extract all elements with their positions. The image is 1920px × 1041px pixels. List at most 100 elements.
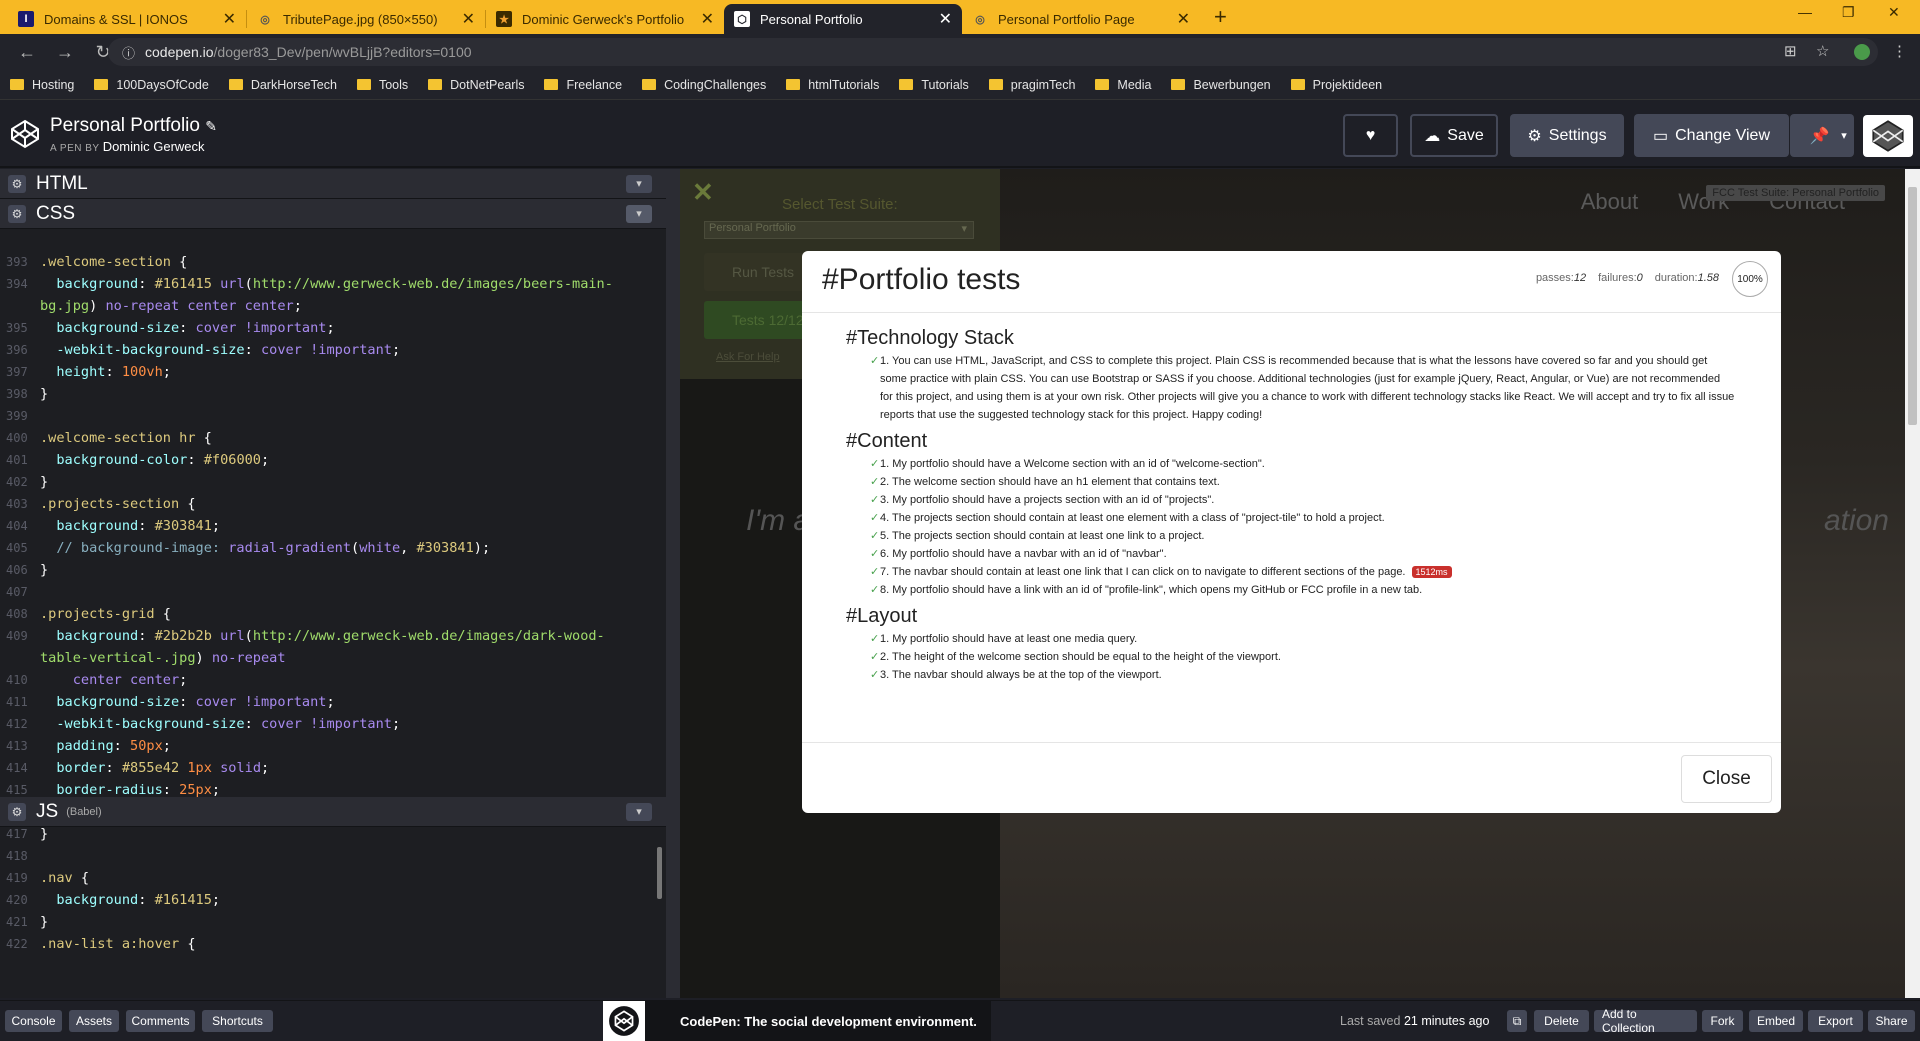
css-code-editor[interactable]: 393 .welcome-section {394 background: #16… — [0, 251, 660, 957]
back-icon[interactable]: ← — [16, 42, 38, 63]
js-editor-header[interactable]: ⚙ JS (Babel) ▾ — [0, 797, 666, 827]
save-button[interactable]: ☁ Save — [1410, 114, 1498, 157]
fork-button[interactable]: Fork — [1702, 1010, 1743, 1032]
js-collapse-chevron-icon[interactable]: ▾ — [626, 802, 652, 821]
bookmark-star-icon[interactable]: ☆ — [1816, 42, 1829, 60]
new-tab-button[interactable]: + — [1200, 4, 1241, 34]
js-settings-gear-icon[interactable]: ⚙ — [8, 802, 26, 821]
css-editor-scrollbar[interactable] — [657, 847, 662, 899]
open-external-button[interactable]: ⧉ — [1507, 1010, 1527, 1032]
forward-icon[interactable]: → — [54, 42, 76, 63]
line-number: 421 — [6, 915, 28, 929]
site-info-icon[interactable]: ⓘ — [122, 43, 135, 62]
tab-close-icon[interactable]: ✕ — [462, 9, 475, 29]
translate-icon[interactable]: ⊞ — [1784, 42, 1797, 60]
pen-title-text: Personal Portfolio — [50, 115, 200, 136]
user-avatar[interactable] — [1863, 115, 1913, 157]
css-settings-gear-icon[interactable]: ⚙ — [8, 204, 26, 223]
settings-button[interactable]: ⚙ Settings — [1510, 114, 1624, 157]
bookmark-folder[interactable]: Freelance — [544, 78, 622, 92]
share-button[interactable]: Share — [1868, 1010, 1915, 1032]
test-text: 2. The welcome section should have an h1… — [880, 476, 1220, 488]
pen-by-label: A PEN BY — [50, 143, 100, 154]
comments-button[interactable]: Comments — [126, 1010, 195, 1032]
bookmark-folder[interactable]: CodingChallenges — [642, 78, 766, 92]
tab-title: Personal Portfolio — [760, 11, 863, 27]
line-number: 420 — [6, 893, 28, 907]
folder-icon — [786, 79, 801, 90]
pen-author-link[interactable]: Dominic Gerweck — [103, 139, 205, 154]
pen-title[interactable]: Personal Portfolio ✎ — [50, 115, 217, 137]
embed-button[interactable]: Embed — [1749, 1010, 1803, 1032]
bookmark-folder[interactable]: DarkHorseTech — [228, 78, 337, 92]
fcc-help-link[interactable]: Ask For Help — [716, 351, 780, 363]
love-button[interactable]: ♥ — [1343, 114, 1398, 157]
change-view-button[interactable]: ▭ Change View — [1634, 114, 1789, 157]
url-field[interactable]: ⓘ codepen.io/doger83_Dev/pen/wvBLjjB?edi… — [108, 38, 1878, 66]
fcc-suite-select[interactable]: Personal Portfolio ▾ — [704, 221, 974, 239]
html-collapse-chevron-icon[interactable]: ▾ — [626, 174, 652, 193]
css-editor-header[interactable]: ⚙ CSS ▾ — [0, 199, 666, 229]
browser-menu-icon[interactable]: ⋮ — [1892, 42, 1907, 60]
line-source: -webkit-background-size: cover !importan… — [56, 716, 401, 732]
bookmark-folder[interactable]: Hosting — [10, 78, 74, 92]
site-nav-link[interactable]: About — [1581, 189, 1639, 215]
bookmark-folder[interactable]: Bewerbungen — [1171, 78, 1271, 92]
browser-tab[interactable]: ◎ Personal Portfolio Page ✕ — [962, 4, 1200, 34]
profile-avatar[interactable] — [1854, 44, 1870, 60]
bookmark-folder[interactable]: Tools — [356, 78, 408, 92]
bookmark-folder[interactable]: pragimTech — [988, 78, 1075, 92]
url-host: codepen.io — [145, 44, 214, 60]
bookmark-folder[interactable]: Projektideen — [1290, 78, 1382, 92]
failures-value: 0 — [1636, 272, 1643, 284]
code-line: 405 // background-image: radial-gradient… — [0, 537, 660, 559]
restore-icon[interactable]: ❐ — [1842, 4, 1855, 21]
export-button[interactable]: Export — [1808, 1010, 1863, 1032]
html-settings-gear-icon[interactable]: ⚙ — [8, 174, 26, 193]
line-number: 422 — [6, 937, 28, 951]
shortcuts-button[interactable]: Shortcuts — [202, 1010, 273, 1032]
pane-resizer[interactable] — [666, 169, 680, 998]
browser-tab[interactable]: ⬡ Personal Portfolio ✕ — [724, 4, 962, 34]
bookmark-folder[interactable]: 100DaysOfCode — [94, 78, 209, 92]
tab-close-icon[interactable]: ✕ — [223, 9, 236, 29]
line-source: background-size: cover !important; — [56, 694, 335, 710]
window-close-icon[interactable]: ✕ — [1888, 4, 1900, 21]
bookmark-folder[interactable]: DotNetPearls — [428, 78, 524, 92]
folder-icon — [94, 79, 109, 90]
code-line: 412 -webkit-background-size: cover !impo… — [0, 713, 660, 735]
line-number: 404 — [6, 519, 28, 533]
preview-scroll-thumb[interactable] — [1908, 187, 1917, 425]
codepen-logo-icon[interactable] — [10, 119, 40, 149]
test-text: 5. The projects section should contain a… — [880, 530, 1205, 542]
bookmark-folder[interactable]: Tutorials — [899, 78, 969, 92]
code-line: 396 -webkit-background-size: cover !impo… — [0, 339, 660, 361]
test-text: 8. My portfolio should have a link with … — [880, 584, 1423, 596]
css-collapse-chevron-icon[interactable]: ▾ — [626, 204, 652, 223]
minimize-icon[interactable]: — — [1798, 4, 1812, 20]
tab-close-icon[interactable]: ✕ — [701, 9, 714, 29]
preview-scrollbar[interactable] — [1905, 169, 1920, 998]
bookmark-label: Freelance — [566, 77, 623, 92]
edit-pencil-icon[interactable]: ✎ — [205, 118, 217, 134]
pin-dropdown-button[interactable]: ▾ — [1834, 114, 1854, 157]
browser-tab[interactable]: ◎ TributePage.jpg (850×550) ✕ — [247, 4, 485, 34]
tab-close-icon[interactable]: ✕ — [939, 9, 952, 29]
bookmark-folder[interactable]: htmlTutorials — [786, 78, 879, 92]
line-source: background-size: cover !important; — [56, 320, 335, 336]
tab-close-icon[interactable]: ✕ — [1177, 9, 1190, 29]
assets-button[interactable]: Assets — [69, 1010, 119, 1032]
delete-button[interactable]: Delete — [1534, 1010, 1589, 1032]
browser-tab[interactable]: I Domains & SSL | IONOS ✕ — [8, 4, 246, 34]
bookmark-folder[interactable]: Media — [1095, 78, 1151, 92]
fcc-close-icon[interactable]: ✕ — [692, 177, 714, 208]
test-text: 1. You can use HTML, JavaScript, and CSS… — [880, 355, 1735, 421]
modal-close-button[interactable]: Close — [1681, 755, 1772, 803]
add-to-collection-button[interactable]: Add to Collection — [1594, 1007, 1697, 1035]
fcc-suite-badge: FCC Test Suite: Personal Portfolio — [1706, 185, 1885, 201]
browser-tab[interactable]: ★ Dominic Gerweck's Portfolio ✕ — [486, 4, 724, 34]
codepen-footer-logo[interactable] — [603, 1001, 645, 1041]
line-source: } — [40, 386, 49, 402]
html-editor-header[interactable]: ⚙ HTML ▾ — [0, 169, 666, 199]
console-button[interactable]: Console — [5, 1010, 62, 1032]
